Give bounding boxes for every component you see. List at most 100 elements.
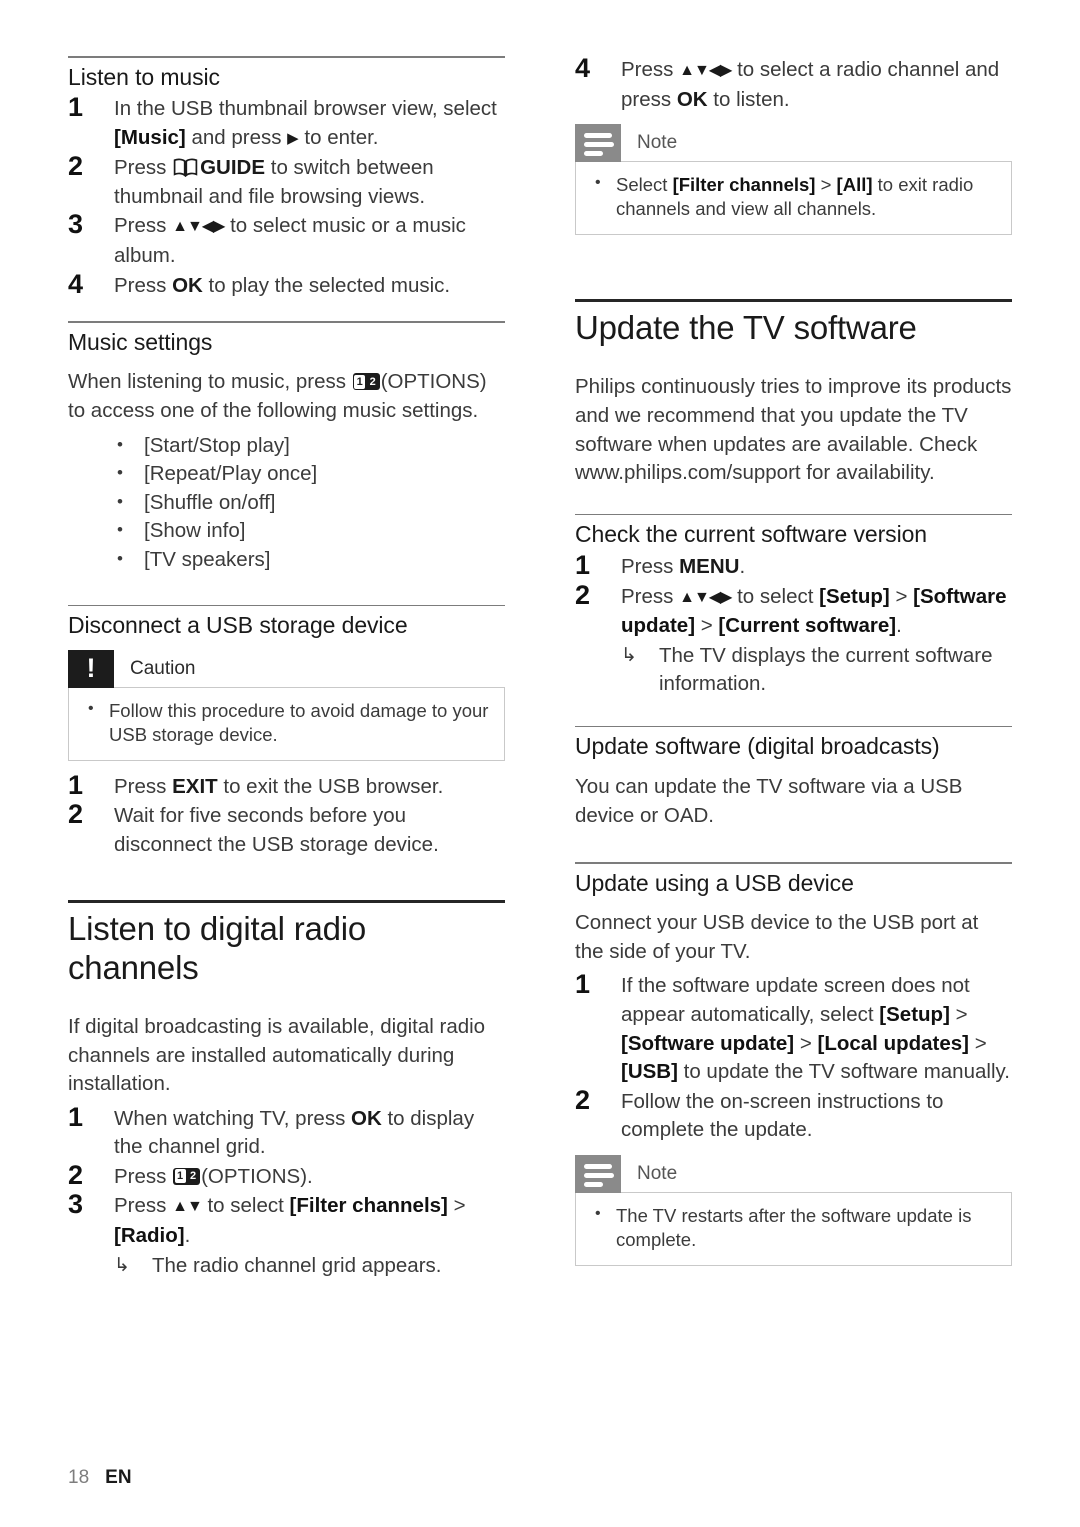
step-text-before: When watching TV, press — [114, 1106, 352, 1130]
steps-digital-radio: 1 When watching TV, press OK to display t… — [68, 1101, 505, 1281]
list-item: [TV speakers] — [114, 545, 505, 575]
step-number: 1 — [575, 549, 591, 580]
step-text-after: to play the selected music. — [202, 273, 451, 297]
result-text: The radio channel grid appears. — [152, 1253, 442, 1277]
step-item: 2 Press 1 2 (OPTIONS). — [68, 1160, 505, 1192]
caution-list: Follow this procedure to avoid damage to… — [83, 697, 490, 747]
note-lines-glyph — [584, 1164, 614, 1191]
digital-radio-intro: If digital broadcasting is available, di… — [68, 1014, 486, 1096]
navigation-arrows-icon: ▲▼◀▶ — [679, 588, 732, 606]
step-bold-term: [USB] — [621, 1060, 678, 1084]
step-result: ↳ The radio channel grid appears. — [114, 1252, 505, 1281]
result-arrow-icon: ↳ — [114, 1254, 130, 1276]
step-text-mid: and press — [185, 125, 288, 149]
section-update-broadcasts: Update software (digital broadcasts) You… — [575, 725, 1012, 830]
caution-title: Caution — [130, 657, 196, 679]
step-item: 2 Press GUIDE to switch between thumbnail… — [68, 151, 505, 211]
language-code: EN — [105, 1467, 132, 1488]
section-update-usb: Update using a USB device Connect your U… — [575, 862, 1012, 1267]
section-update-tv-software: Update the TV software Philips continuou… — [575, 299, 1012, 488]
section-music-settings: Music settings When listening to music, … — [68, 321, 505, 574]
two-column-layout: Listen to music 1 In the USB thumbnail br… — [68, 53, 1012, 1281]
section-rule — [68, 321, 505, 323]
music-settings-intro: When listening to music, press 1 2 (OPTION… — [68, 368, 505, 425]
page-number: 18 — [68, 1467, 90, 1488]
heading-listen-to-music: Listen to music — [68, 63, 220, 90]
section-rule — [575, 725, 1012, 728]
note-body: Select [Filter channels] > [All] to exit… — [575, 161, 1012, 236]
step-bold-term: [Music] — [114, 125, 186, 149]
list-item: The TV restarts after the software updat… — [590, 1202, 997, 1252]
step-bold-term: [Filter channels] — [289, 1194, 448, 1218]
step-text-after: to update the TV software manually. — [677, 1060, 1010, 1084]
step-number: 1 — [575, 969, 591, 1000]
step-number: 1 — [68, 92, 84, 123]
step-text-before: Press — [114, 214, 173, 238]
page-footer: 18 EN — [68, 1467, 132, 1489]
options-icon-digit-1: 1 — [354, 374, 366, 389]
step-item: 1 If the software update screen does not … — [575, 969, 1012, 1086]
update-intro: Philips continuously tries to improve it… — [575, 375, 1012, 485]
step-item: 1 In the USB thumbnail browser view, sele… — [68, 92, 505, 153]
heading-disconnect-usb: Disconnect a USB storage device — [68, 612, 408, 638]
step-gt: > — [889, 584, 914, 608]
list-item: Follow this procedure to avoid damage to… — [83, 697, 490, 747]
section-rule — [68, 604, 505, 606]
step-item: 1 When watching TV, press OK to display t… — [68, 1101, 505, 1162]
navigation-arrows-icon: ▲▼◀▶ — [172, 218, 225, 236]
steps-check-version: 1 Press MENU. 2 Press ▲▼◀▶ to select [Setu… — [575, 549, 1012, 699]
step-item: 3 Press ▲▼◀▶ to select music or a music a… — [68, 209, 505, 270]
steps-digital-radio-continued: 4 Press ▲▼◀▶ to select a radio channel an… — [575, 53, 1012, 114]
list-item: [Show info] — [114, 516, 505, 546]
options-icon-digit-2: 2 — [367, 374, 379, 389]
step-number: 4 — [68, 268, 84, 299]
step-gt: > — [969, 1031, 987, 1055]
step-number: 2 — [575, 579, 591, 610]
step-bold-term: [Radio] — [114, 1224, 185, 1248]
document-page: Listen to music 1 In the USB thumbnail br… — [0, 0, 1080, 1527]
section-rule — [575, 513, 1012, 516]
step-item: 2 Follow the on-screen instructions to co… — [575, 1084, 1012, 1145]
note-text-before: Select — [616, 174, 673, 196]
step-item: 2 Wait for five seconds before you discon… — [68, 799, 505, 859]
note-bold-term: [All] — [836, 174, 873, 196]
step-text-before: Press — [114, 156, 173, 180]
list-item: [Shuffle on/off] — [114, 488, 505, 518]
right-arrow-icon: ▶ — [287, 129, 299, 147]
intro-text-before: When listening to music, press — [68, 370, 352, 394]
step-text-after: to exit the USB browser. — [217, 774, 444, 798]
note-lines-glyph — [584, 133, 614, 160]
note-header: Note — [575, 1155, 1012, 1194]
step-text-before: In the USB thumbnail browser view, selec… — [114, 97, 497, 121]
step-text-before: Press — [114, 1194, 173, 1218]
steps-update-usb: 1 If the software update screen does not … — [575, 969, 1012, 1145]
heading-update-usb: Update using a USB device — [575, 869, 854, 896]
heading-update-broadcasts: Update software (digital broadcasts) — [575, 733, 940, 760]
step-number: 4 — [575, 53, 591, 83]
note-body: The TV restarts after the software updat… — [575, 1192, 1012, 1267]
caution-callout: ! Caution Follow this procedure to avoid… — [68, 649, 505, 761]
step-gt: > — [949, 1003, 968, 1027]
step-text-before: Follow the on-screen instructions to com… — [621, 1089, 944, 1142]
list-item: [Start/Stop play] — [114, 431, 505, 461]
music-settings-options: [Start/Stop play] [Repeat/Play once] [Sh… — [68, 431, 505, 575]
step-number: 2 — [575, 1084, 591, 1115]
note-callout-usb: Note The TV restarts after the software … — [575, 1155, 1012, 1267]
step-number: 1 — [68, 769, 84, 800]
caution-exclamation-icon: ! — [68, 649, 114, 688]
result-text: The TV displays the current software inf… — [659, 643, 993, 696]
heading-music-settings: Music settings — [68, 328, 213, 355]
note-callout-radio: Note Select [Filter channels] > [All] to… — [575, 124, 1012, 236]
key-label: MENU — [679, 554, 740, 578]
note-title: Note — [637, 1163, 678, 1185]
step-number: 2 — [68, 799, 84, 830]
section-check-version: Check the current software version 1 Pres… — [575, 513, 1012, 699]
note-title: Note — [637, 132, 678, 154]
note-gt: > — [815, 174, 837, 196]
step-text-after: (OPTIONS). — [201, 1164, 313, 1188]
step-text-after: to enter. — [298, 125, 379, 149]
note-list: The TV restarts after the software updat… — [590, 1202, 997, 1252]
step-number: 1 — [68, 1101, 84, 1132]
step-item: 2 Press ▲▼◀▶ to select [Setup] > [Softwar… — [575, 579, 1012, 699]
options-button-icon: 12 — [352, 373, 380, 391]
